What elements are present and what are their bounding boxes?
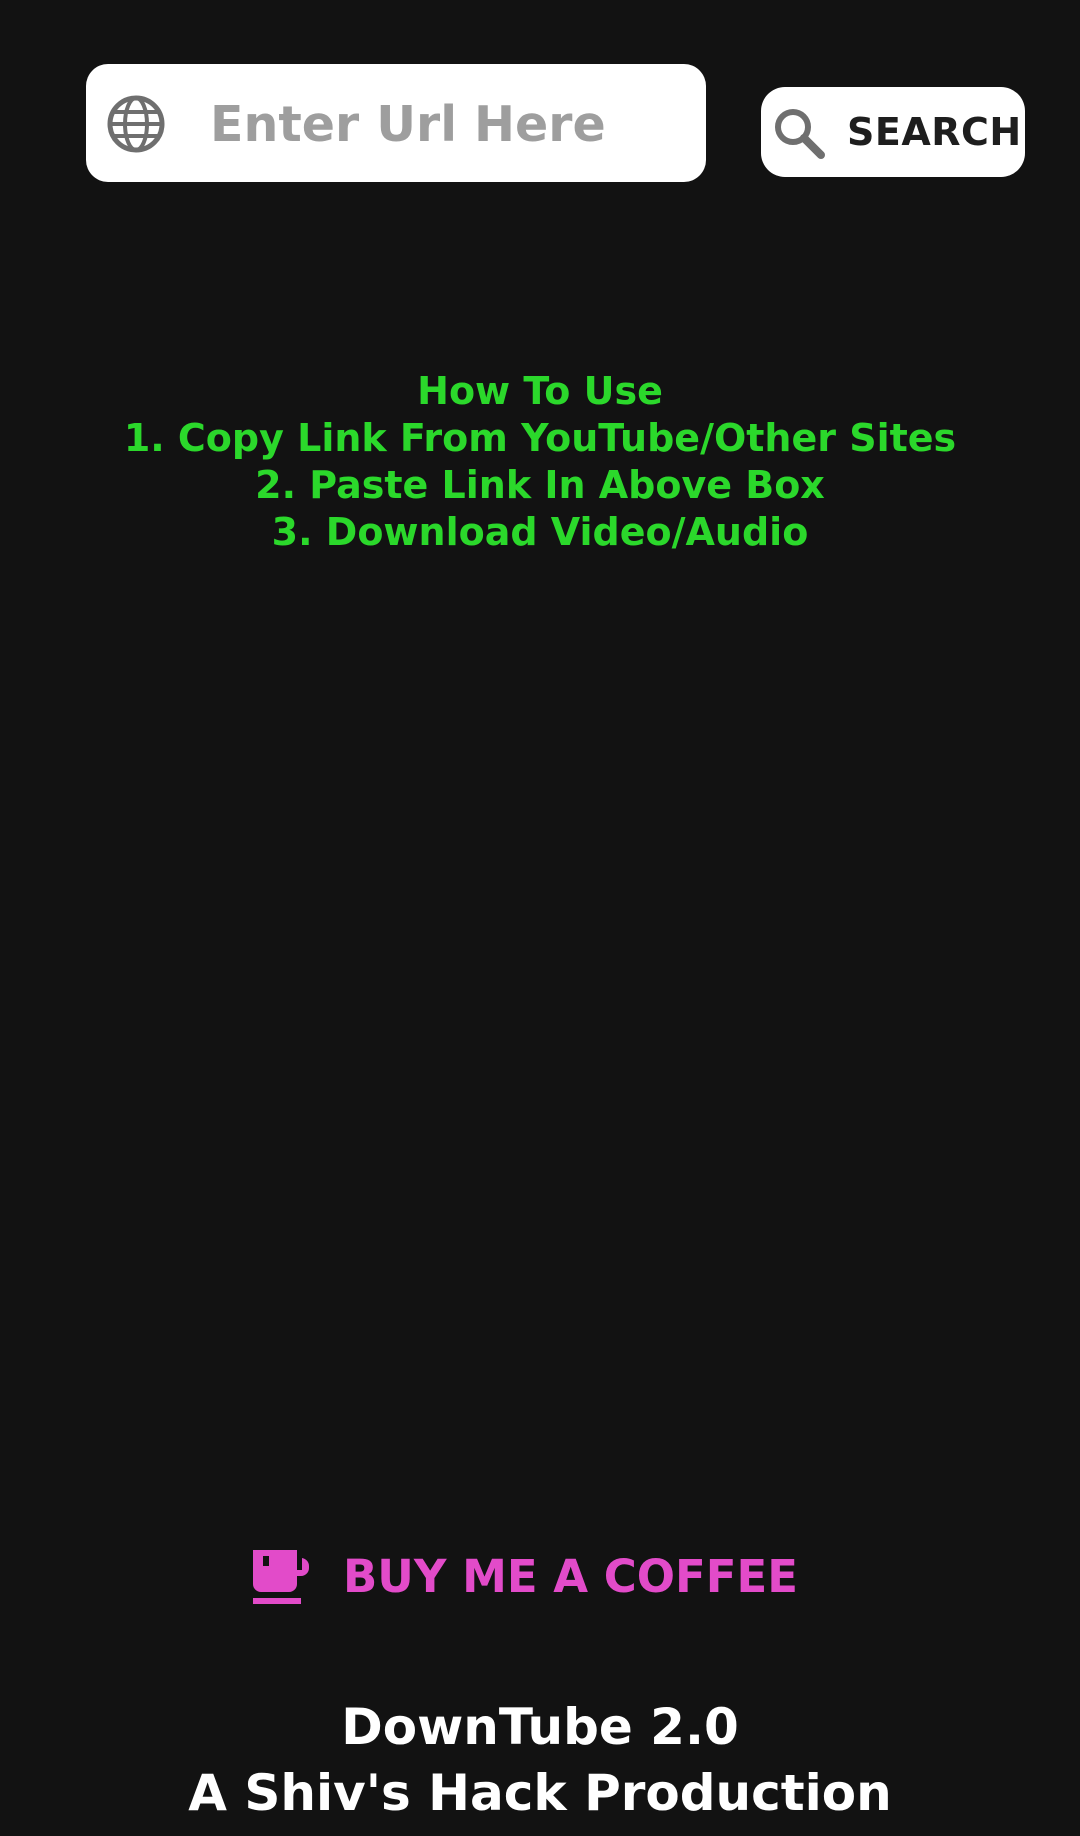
search-button[interactable]: SEARCH [761, 87, 1025, 177]
url-input[interactable] [206, 84, 690, 164]
url-input-container[interactable] [86, 64, 706, 182]
footer: DownTube 2.0 A Shiv's Hack Production [0, 1694, 1080, 1826]
coffee-cup-icon [253, 1550, 309, 1604]
how-to-use-title: How To Use [417, 369, 663, 413]
instruction-step-3: 3. Download Video/Audio [271, 510, 809, 554]
buy-me-a-coffee-label: BUY ME A COFFEE [343, 1550, 799, 1603]
search-icon [775, 109, 825, 159]
globe-icon [107, 95, 165, 153]
search-button-label: SEARCH [847, 110, 1022, 154]
production-credit: A Shiv's Hack Production [188, 1764, 892, 1822]
how-to-use-section: How To Use 1. Copy Link From YouTube/Oth… [0, 368, 1080, 556]
buy-me-a-coffee-button[interactable]: BUY ME A COFFEE [245, 1536, 798, 1616]
instruction-step-2: 2. Paste Link In Above Box [255, 463, 825, 507]
app-name: DownTube 2.0 [341, 1698, 739, 1756]
instruction-step-1: 1. Copy Link From YouTube/Other Sites [123, 416, 957, 460]
